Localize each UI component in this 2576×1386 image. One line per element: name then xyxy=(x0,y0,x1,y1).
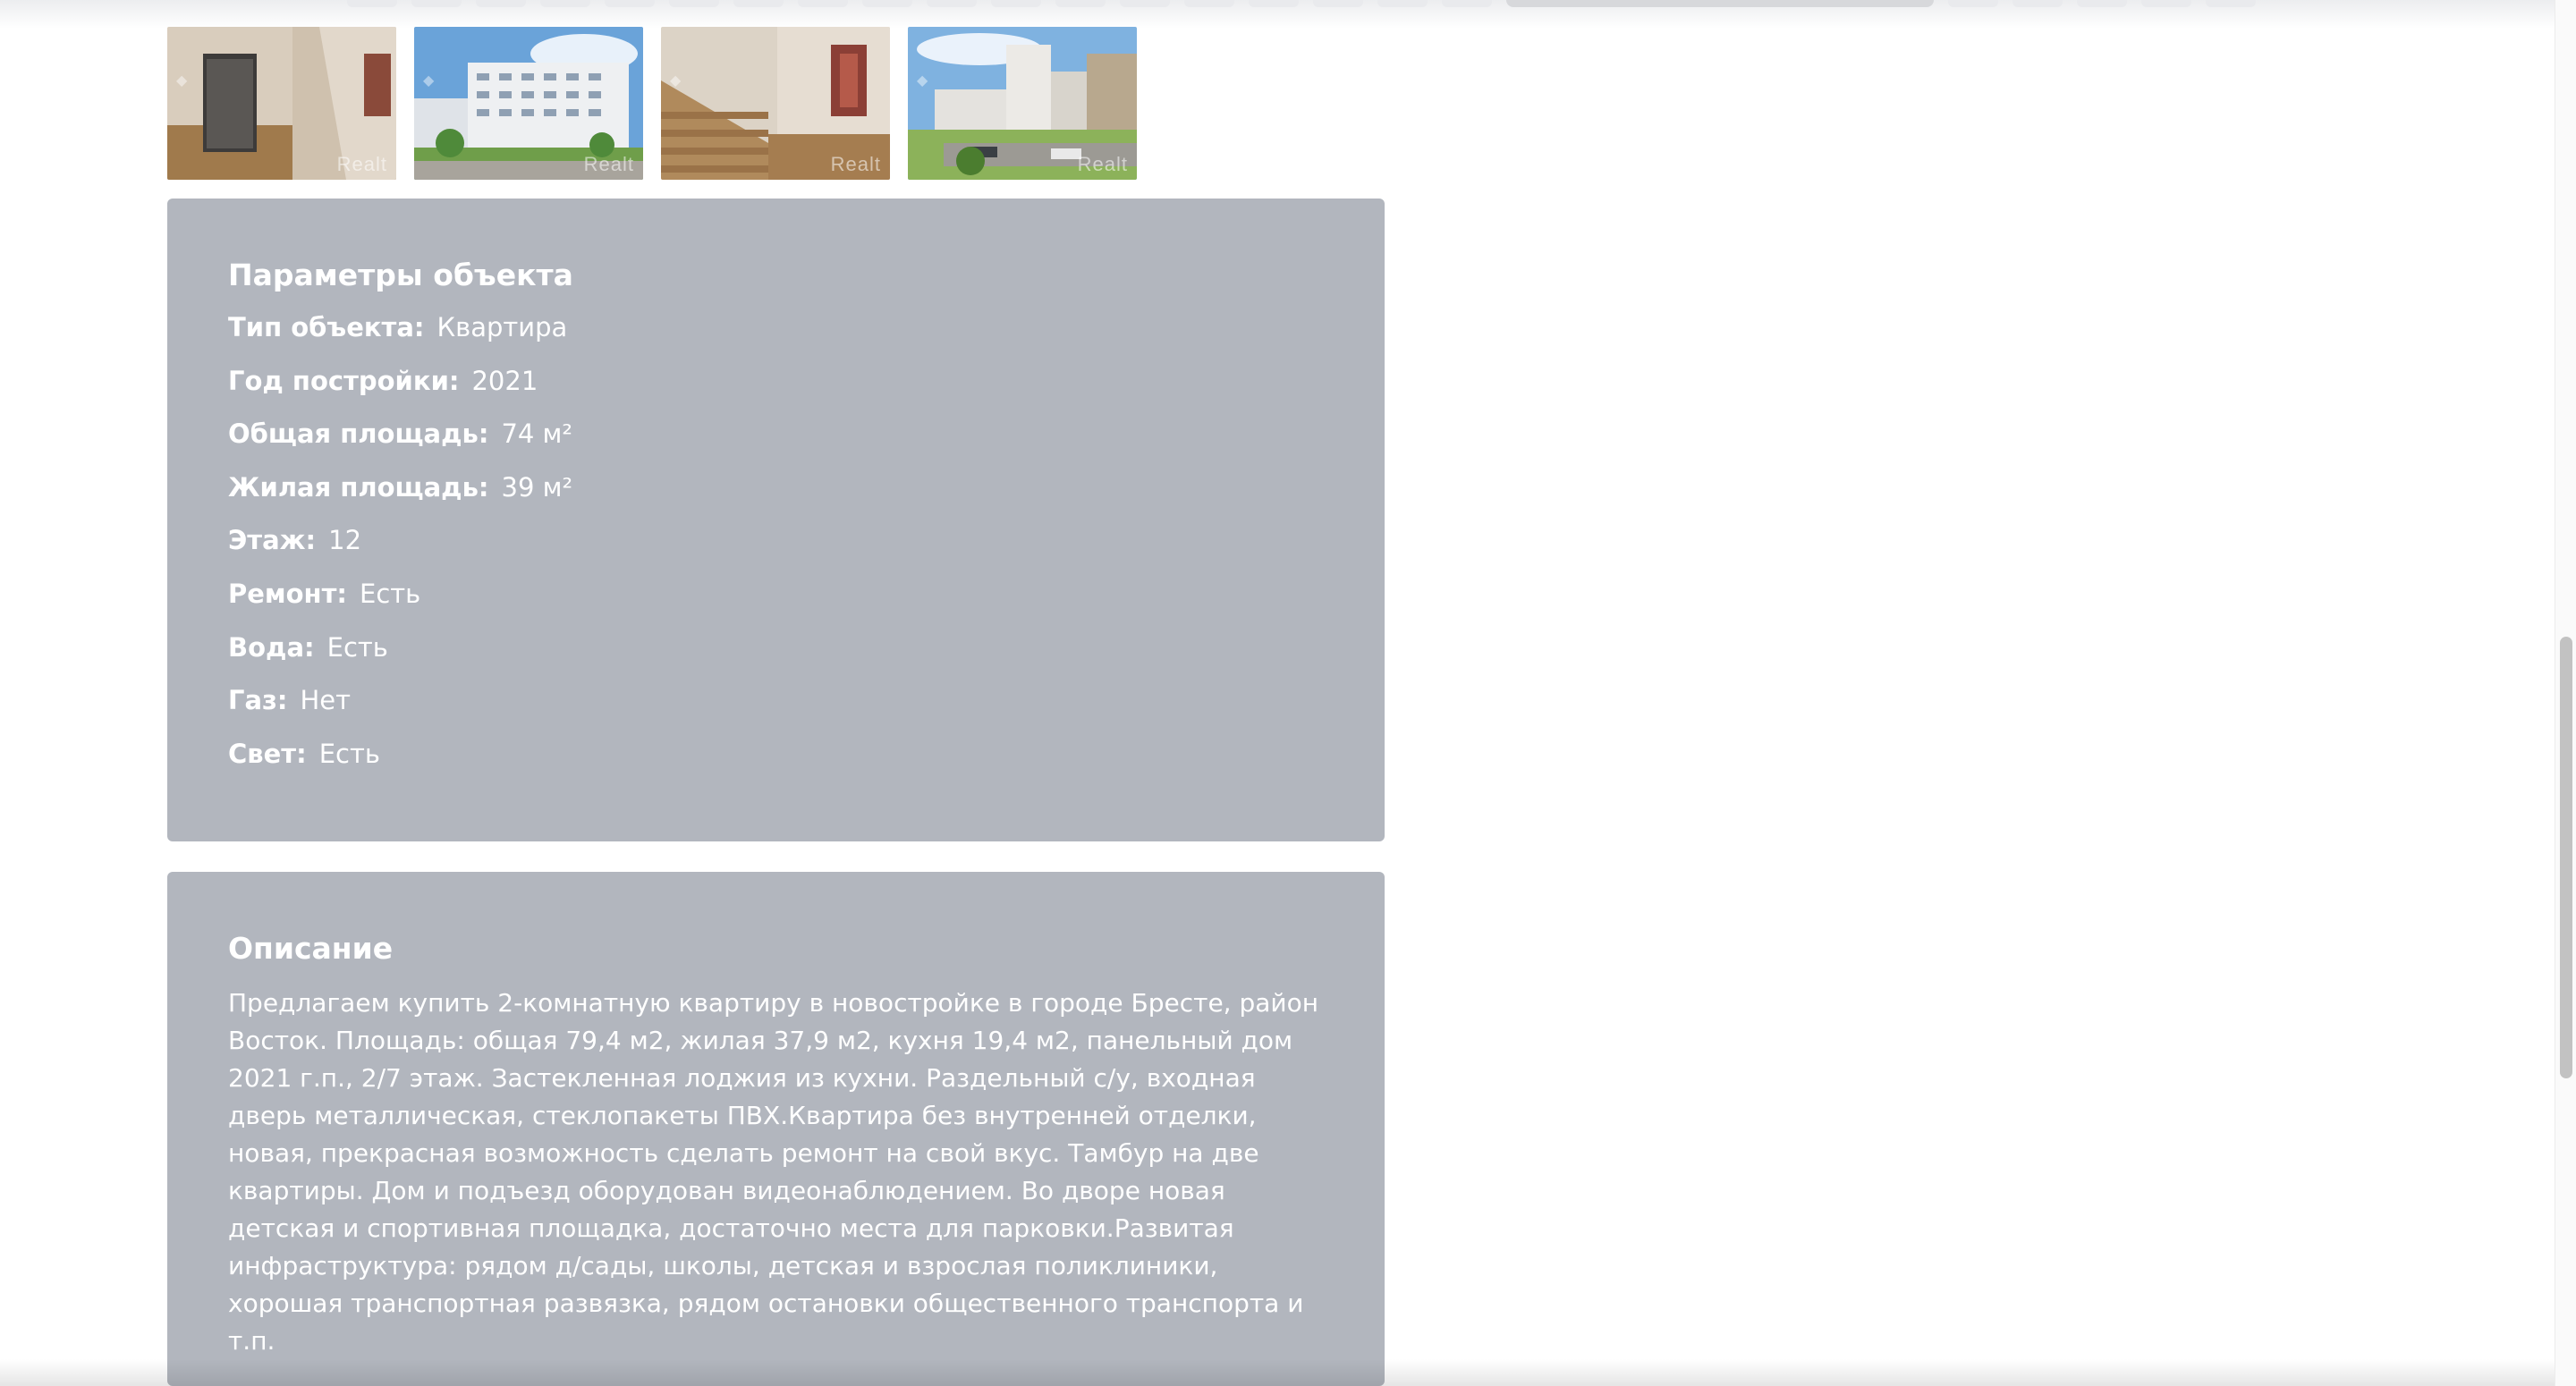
pager-dot[interactable] xyxy=(733,0,784,7)
param-label: Общая площадь: xyxy=(228,418,489,450)
param-value: Нет xyxy=(300,685,352,716)
pager-dot[interactable] xyxy=(2206,0,2256,7)
gallery-pager-strip xyxy=(0,0,2256,7)
param-value: 39 м² xyxy=(501,471,573,503)
param-label: Этаж: xyxy=(228,525,317,556)
photo-thumbnails: ◆ Realt ◆ Realt ◆ Realt ◆ Realt xyxy=(167,27,1137,180)
pager-dot[interactable] xyxy=(605,0,655,7)
pager-dot[interactable] xyxy=(798,0,848,7)
pager-dot[interactable] xyxy=(1377,0,1428,7)
param-label: Ремонт: xyxy=(228,578,347,609)
pager-dot[interactable] xyxy=(2077,0,2127,7)
pager-dot[interactable] xyxy=(669,0,719,7)
param-value: Есть xyxy=(318,738,380,769)
param-row: Газ: Нет xyxy=(228,682,1324,736)
pager-dot[interactable] xyxy=(1184,0,1234,7)
pager-dot[interactable] xyxy=(540,0,590,7)
pager-dot[interactable] xyxy=(1120,0,1170,7)
thumbnail-watermark: Realt xyxy=(1077,153,1128,175)
param-value: Квартира xyxy=(436,312,568,342)
pager-dot[interactable] xyxy=(991,0,1041,7)
pager-dot[interactable] xyxy=(411,0,462,7)
thumbnail-exterior[interactable]: ◆ Realt xyxy=(414,27,643,180)
pager-dot[interactable] xyxy=(347,0,397,7)
param-value: 2021 xyxy=(471,365,538,396)
thumbnail-watermark: Realt xyxy=(830,153,881,175)
thumbnail-watermark: Realt xyxy=(583,153,634,175)
param-label: Свет: xyxy=(228,738,307,769)
page: ◆ Realt ◆ Realt ◆ Realt ◆ Realt Параметр… xyxy=(0,0,2576,1386)
thumbnail-watermark: Realt xyxy=(336,153,387,175)
object-parameters-card: Параметры объекта Тип объекта: Квартира … xyxy=(167,199,1385,841)
description-text: Предлагаем купить 2-комнатную квартиру в… xyxy=(228,988,1319,1356)
param-value: Есть xyxy=(360,578,421,609)
pager-dot[interactable] xyxy=(1249,0,1299,7)
param-label: Жилая площадь: xyxy=(228,471,489,503)
param-row: Вода: Есть xyxy=(228,630,1324,683)
pager-dot[interactable] xyxy=(1055,0,1106,7)
parameters-list: Тип объекта: Квартира Год постройки: 202… xyxy=(228,309,1324,789)
param-row: Ремонт: Есть xyxy=(228,576,1324,630)
description-title: Описание xyxy=(228,931,394,966)
pager-dot[interactable] xyxy=(2141,0,2191,7)
pager-dot[interactable] xyxy=(1313,0,1363,7)
param-row: Тип объекта: Квартира xyxy=(228,309,1324,363)
thumbnail-interior[interactable]: ◆ Realt xyxy=(167,27,396,180)
param-row: Общая площадь: 74 м² xyxy=(228,416,1324,469)
description-card: Описание Предлагаем купить 2-комнатную к… xyxy=(167,872,1385,1386)
param-label: Газ: xyxy=(228,685,288,716)
param-value: 12 xyxy=(328,525,362,556)
param-row: Этаж: 12 xyxy=(228,522,1324,576)
param-value: 74 м² xyxy=(501,418,573,450)
pager-dot[interactable] xyxy=(1442,0,1492,7)
pager-active-bar[interactable] xyxy=(1506,0,1934,7)
param-label: Вода: xyxy=(228,631,315,663)
vertical-scrollbar[interactable] xyxy=(2555,0,2576,1386)
thumbnail-street[interactable]: ◆ Realt xyxy=(908,27,1137,180)
pager-dot[interactable] xyxy=(1948,0,1998,7)
object-parameters-title: Параметры объекта xyxy=(228,258,573,292)
pager-dot[interactable] xyxy=(2012,0,2063,7)
bottom-shadow xyxy=(0,1359,2555,1386)
scrollbar-thumb[interactable] xyxy=(2560,637,2572,1078)
param-label: Год постройки: xyxy=(228,365,460,396)
thumbnail-logo-watermark: ◆ xyxy=(176,73,188,89)
param-value: Есть xyxy=(326,631,388,663)
pager-dot[interactable] xyxy=(862,0,912,7)
thumbnail-logo-watermark: ◆ xyxy=(423,73,435,89)
pager-dot[interactable] xyxy=(927,0,977,7)
param-label: Тип объекта: xyxy=(228,312,425,342)
param-row: Свет: Есть xyxy=(228,736,1324,790)
thumbnail-logo-watermark: ◆ xyxy=(917,73,928,89)
param-row: Жилая площадь: 39 м² xyxy=(228,469,1324,523)
thumbnail-logo-watermark: ◆ xyxy=(670,73,682,89)
pager-dot[interactable] xyxy=(476,0,526,7)
param-row: Год постройки: 2021 xyxy=(228,363,1324,417)
thumbnail-stairs[interactable]: ◆ Realt xyxy=(661,27,890,180)
